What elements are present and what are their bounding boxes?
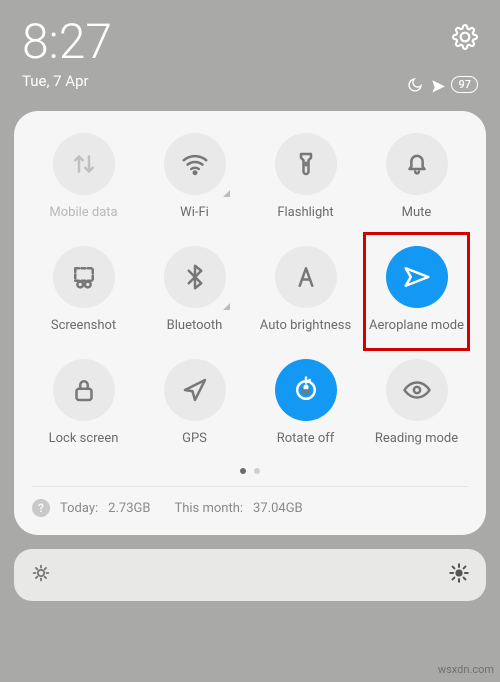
auto-brightness-icon [275, 246, 337, 308]
usage-month-label: This month: [174, 501, 243, 516]
rotate-lock-icon [275, 359, 337, 421]
screenshot-icon [53, 246, 115, 308]
mobile-data-icon [53, 133, 115, 195]
tile-label: Reading mode [375, 431, 458, 446]
wifi-icon [164, 133, 226, 195]
tile-label: Wi-Fi [180, 205, 209, 220]
bell-icon [386, 133, 448, 195]
tile-label: Flashlight [277, 205, 333, 220]
brightness-slider[interactable] [14, 549, 486, 601]
tile-lock-screen[interactable]: Lock screen [28, 359, 139, 446]
tile-auto-brightness[interactable]: Auto brightness [250, 246, 361, 333]
battery-level: 97 [451, 76, 478, 93]
usage-today-label: Today: [60, 501, 98, 516]
brightness-high-icon [448, 562, 470, 588]
gear-icon [452, 24, 478, 50]
divider [32, 486, 468, 487]
watermark: wsxdn.com [438, 663, 494, 676]
tile-aeroplane-mode[interactable]: Aeroplane mode [361, 246, 472, 333]
clock-date: Tue, 7 Apr [22, 72, 112, 90]
tile-label: Aeroplane mode [369, 318, 464, 333]
brightness-low-icon [30, 562, 52, 588]
clock-time: 8:27 [22, 18, 112, 66]
page-dot-2 [254, 468, 260, 474]
help-icon: ? [32, 499, 50, 517]
bluetooth-icon [164, 246, 226, 308]
data-usage-row[interactable]: ? Today: 2.73GB This month: 37.04GB [28, 497, 472, 521]
header-status: 97 [407, 24, 478, 93]
tile-mute[interactable]: Mute [361, 133, 472, 220]
quick-settings-panel: Mobile data Wi-Fi Flashlight Mute [14, 111, 486, 535]
tile-label: Mobile data [49, 205, 117, 220]
tile-screenshot[interactable]: Screenshot [28, 246, 139, 333]
quick-settings-grid: Mobile data Wi-Fi Flashlight Mute [28, 133, 472, 446]
status-icons: 97 [407, 76, 478, 93]
tile-label: Mute [402, 205, 432, 220]
tile-label: GPS [182, 431, 207, 446]
page-dot-1 [240, 468, 246, 474]
clock-block: 8:27 Tue, 7 Apr [22, 18, 112, 90]
expand-indicator-icon [223, 190, 230, 197]
airplane-icon [386, 246, 448, 308]
page-indicator [28, 468, 472, 474]
notification-header: 8:27 Tue, 7 Apr 97 [0, 0, 500, 101]
tile-reading-mode[interactable]: Reading mode [361, 359, 472, 446]
tile-label: Screenshot [51, 318, 116, 333]
dnd-moon-icon [407, 77, 423, 93]
settings-button[interactable] [452, 24, 478, 54]
tile-mobile-data[interactable]: Mobile data [28, 133, 139, 220]
airplane-status-icon [429, 77, 445, 93]
lock-icon [53, 359, 115, 421]
tile-flashlight[interactable]: Flashlight [250, 133, 361, 220]
location-arrow-icon [164, 359, 226, 421]
tile-label: Auto brightness [260, 318, 351, 333]
tile-rotate-off[interactable]: Rotate off [250, 359, 361, 446]
eye-icon [386, 359, 448, 421]
flashlight-icon [275, 133, 337, 195]
tile-gps[interactable]: GPS [139, 359, 250, 446]
tile-bluetooth[interactable]: Bluetooth [139, 246, 250, 333]
usage-month-value: 37.04GB [253, 501, 303, 516]
tile-label: Lock screen [49, 431, 119, 446]
usage-today-value: 2.73GB [108, 501, 150, 516]
tile-label: Rotate off [277, 431, 335, 446]
tile-label: Bluetooth [167, 318, 223, 333]
expand-indicator-icon [223, 303, 230, 310]
tile-wifi[interactable]: Wi-Fi [139, 133, 250, 220]
